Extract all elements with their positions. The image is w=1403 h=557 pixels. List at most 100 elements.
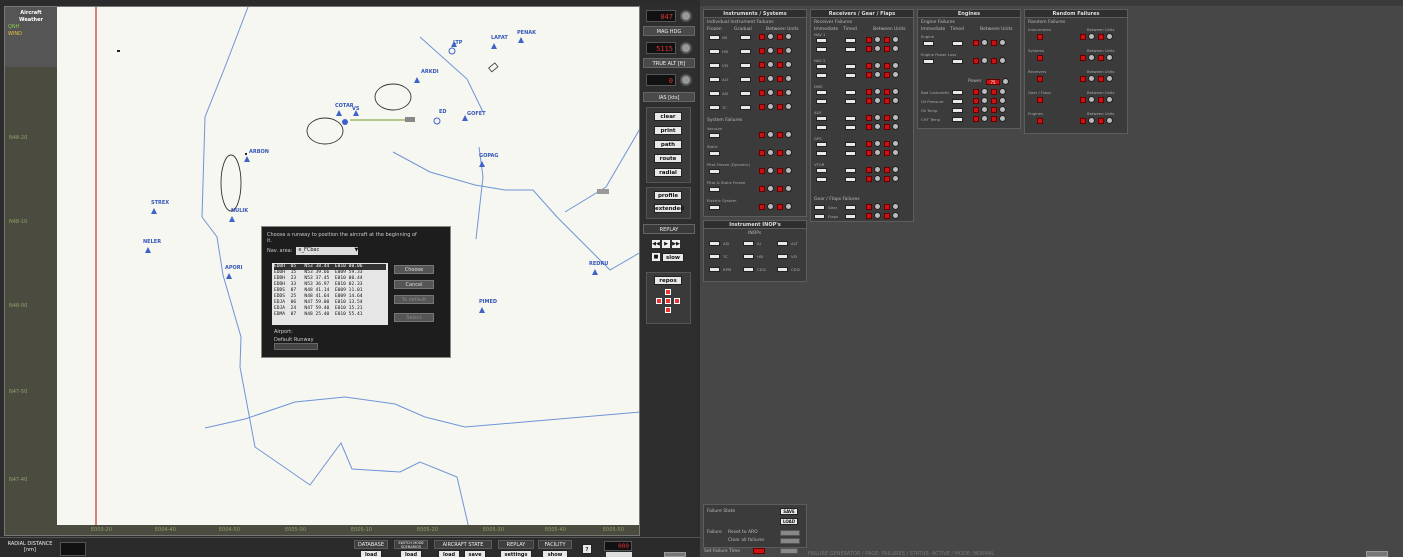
gradual-toggle-button[interactable] <box>740 49 751 54</box>
waypoint-icon[interactable] <box>479 307 485 313</box>
failure-knob[interactable] <box>892 114 899 121</box>
waypoint-icon[interactable] <box>414 77 420 83</box>
failure-min-value[interactable] <box>1080 55 1086 61</box>
aircraft-state-load-button[interactable]: load <box>438 550 460 557</box>
repos-up-icon[interactable] <box>665 289 671 295</box>
system-toggle-button[interactable] <box>709 187 720 192</box>
failure-knob[interactable] <box>874 97 881 104</box>
waypoint-icon[interactable] <box>244 156 250 162</box>
failure-knob[interactable] <box>892 175 899 182</box>
failure-min-value[interactable] <box>759 132 765 138</box>
waypoint-icon[interactable] <box>518 37 524 43</box>
failure-max-value[interactable] <box>884 37 890 43</box>
profile-button[interactable]: profile <box>654 191 682 200</box>
failure-max-value[interactable] <box>884 124 890 130</box>
receiver-toggle-button[interactable] <box>816 47 827 52</box>
failure-max-value[interactable] <box>884 72 890 78</box>
repos-down-icon[interactable] <box>665 307 671 313</box>
engine-timed-button[interactable] <box>952 41 963 46</box>
failure-min-value[interactable] <box>866 176 872 182</box>
failure-max-value[interactable] <box>991 58 997 64</box>
engine-misc-button[interactable] <box>952 108 963 113</box>
failure-knob[interactable] <box>785 203 792 210</box>
failure-max-value[interactable] <box>884 141 890 147</box>
failure-max-value[interactable] <box>884 204 890 210</box>
failure-knob[interactable] <box>767 75 774 82</box>
failure-knob[interactable] <box>1088 96 1095 103</box>
waypoint-icon[interactable] <box>229 216 235 222</box>
failure-min-value[interactable] <box>973 107 979 113</box>
reset-button[interactable] <box>780 530 800 536</box>
failure-min-value[interactable] <box>1080 118 1086 124</box>
gradual-toggle-button[interactable] <box>740 63 751 68</box>
failure-max-value[interactable] <box>884 167 890 173</box>
failure-min-value[interactable] <box>973 58 979 64</box>
failure-min-value[interactable] <box>759 62 765 68</box>
select-button[interactable]: Select <box>394 313 434 322</box>
failure-knob[interactable] <box>785 47 792 54</box>
failure-knob[interactable] <box>1088 117 1095 124</box>
aircraft-state-save-button[interactable]: save <box>464 550 486 557</box>
failure-max-value[interactable] <box>884 98 890 104</box>
failure-knob[interactable] <box>981 57 988 64</box>
failure-knob[interactable] <box>767 185 774 192</box>
failure-min-value[interactable] <box>759 76 765 82</box>
failure-max-value[interactable] <box>1098 34 1104 40</box>
failure-max-value[interactable] <box>777 62 783 68</box>
runway-row[interactable]: EDMA 07 N48 25.40 E010 55.41 <box>274 312 386 318</box>
failure-min-value[interactable] <box>759 204 765 210</box>
failure-time-button[interactable] <box>780 548 798 554</box>
receiver-timed-button[interactable] <box>845 168 856 173</box>
random-chance-value[interactable] <box>1037 118 1043 124</box>
failure-knob[interactable] <box>785 89 792 96</box>
failure-knob[interactable] <box>785 167 792 174</box>
failure-knob[interactable] <box>892 203 899 210</box>
random-chance-value[interactable] <box>1037 97 1043 103</box>
help-button[interactable]: ? <box>582 544 592 554</box>
failure-max-value[interactable] <box>777 76 783 82</box>
extended-button[interactable]: extended <box>654 204 684 213</box>
failure-knob[interactable] <box>981 88 988 95</box>
failure-knob[interactable] <box>767 47 774 54</box>
frozen-toggle-button[interactable] <box>709 49 720 54</box>
clear-failures-button[interactable] <box>780 538 800 544</box>
runway-list[interactable]: EDDH 05 N53 38.44 E010 00.06 EDDH 15 N53 … <box>272 263 388 325</box>
failure-max-value[interactable] <box>884 115 890 121</box>
failure-min-value[interactable] <box>759 186 765 192</box>
failure-knob[interactable] <box>874 175 881 182</box>
failure-knob[interactable] <box>874 45 881 52</box>
engine-misc-button[interactable] <box>952 117 963 122</box>
failure-knob[interactable] <box>1106 117 1113 124</box>
failure-max-value[interactable] <box>1098 118 1104 124</box>
gradual-toggle-button[interactable] <box>740 35 751 40</box>
failure-min-value[interactable] <box>1080 34 1086 40</box>
failure-max-value[interactable] <box>884 46 890 52</box>
failure-load-button[interactable]: LOAD <box>780 518 798 525</box>
failure-max-value[interactable] <box>884 176 890 182</box>
inop-toggle-button[interactable] <box>743 254 754 259</box>
failure-max-value[interactable] <box>777 132 783 138</box>
failure-knob[interactable] <box>874 203 881 210</box>
failure-knob[interactable] <box>767 149 774 156</box>
random-chance-value[interactable] <box>1037 34 1043 40</box>
scenarios-load-button[interactable]: load <box>400 550 422 557</box>
inop-toggle-button[interactable] <box>709 254 720 259</box>
failure-min-value[interactable] <box>866 72 872 78</box>
waypoint-icon[interactable] <box>226 273 232 279</box>
failure-knob[interactable] <box>785 131 792 138</box>
failure-knob[interactable] <box>981 97 988 104</box>
gear-timed-button[interactable] <box>845 214 856 219</box>
failure-knob[interactable] <box>892 45 899 52</box>
frozen-toggle-button[interactable] <box>709 77 720 82</box>
power-value[interactable]: 75 <box>986 79 1000 85</box>
system-toggle-button[interactable] <box>709 169 720 174</box>
gear-timed-button[interactable] <box>845 205 856 210</box>
failure-knob[interactable] <box>785 185 792 192</box>
failure-knob[interactable] <box>874 149 881 156</box>
failure-knob[interactable] <box>892 97 899 104</box>
print-button[interactable]: print <box>654 126 682 135</box>
database-load-button[interactable]: load <box>360 550 382 557</box>
failure-save-button[interactable]: SAVE <box>780 508 798 515</box>
failure-time-value[interactable] <box>753 548 765 554</box>
waypoint-icon[interactable] <box>151 208 157 214</box>
